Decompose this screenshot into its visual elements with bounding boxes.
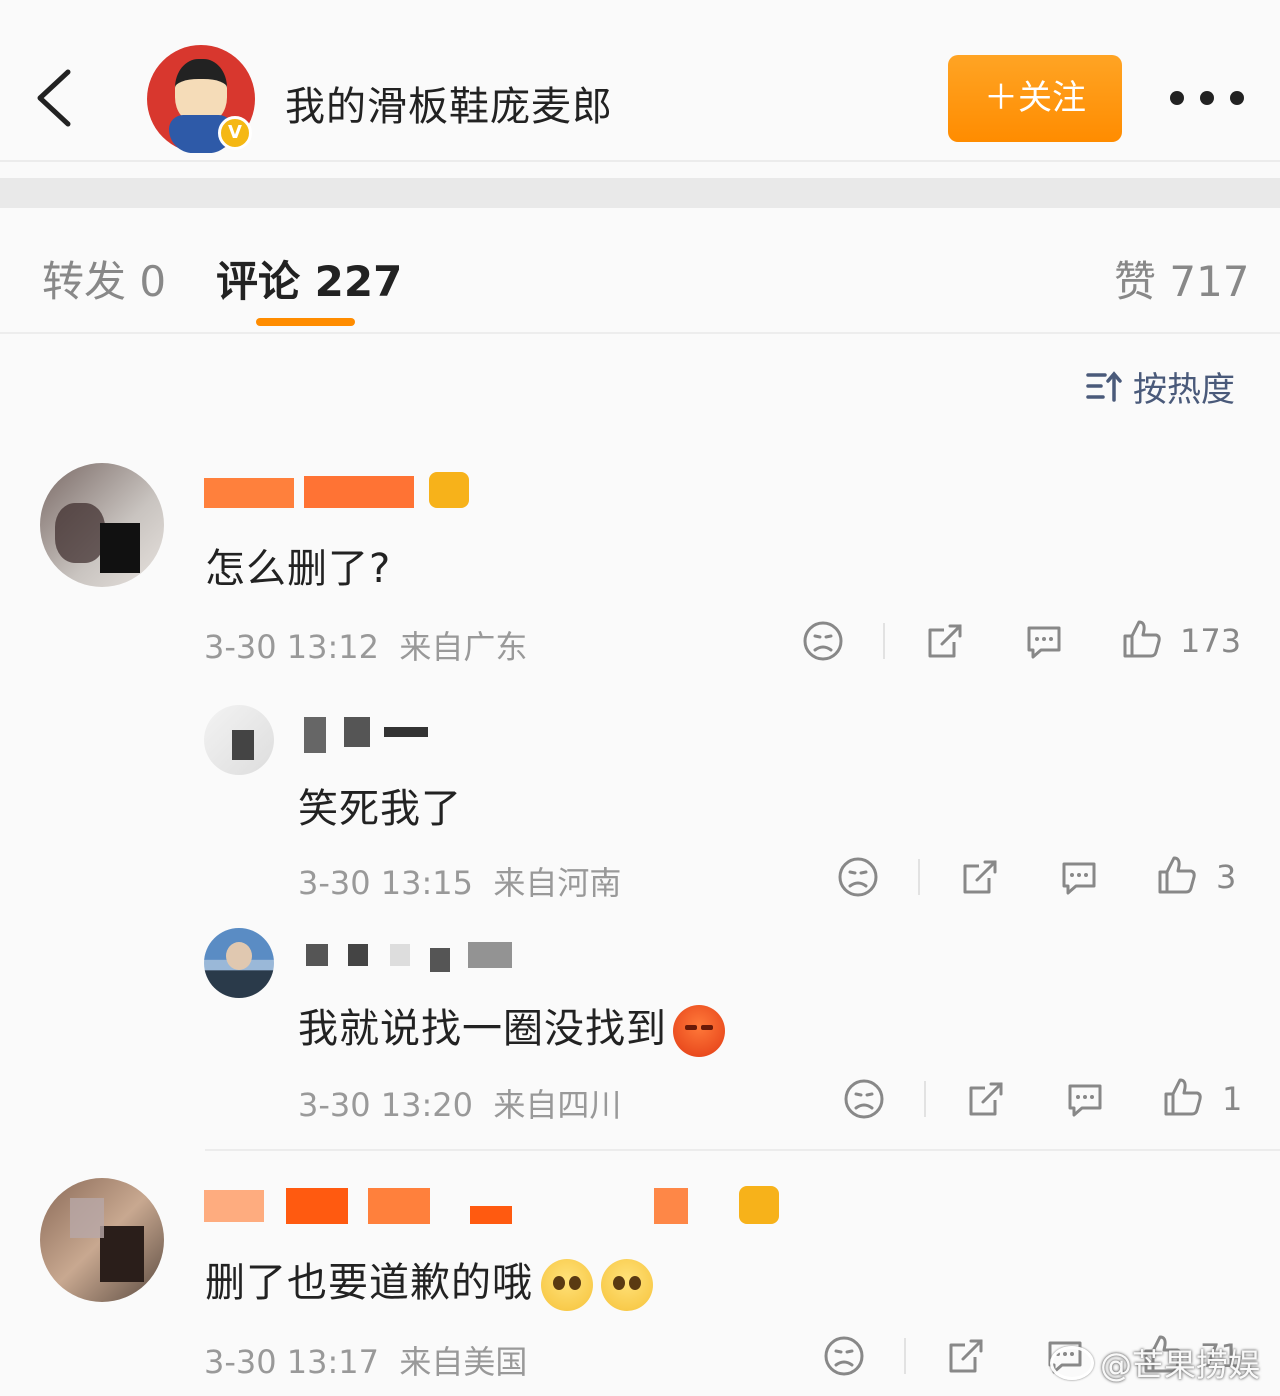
comment-separator [205, 1149, 1280, 1151]
share-icon[interactable] [945, 1335, 987, 1381]
reply-avatar[interactable] [204, 705, 274, 775]
dislike-icon[interactable] [837, 856, 879, 902]
comment-text: 怎么删了? [205, 546, 392, 592]
tab-likes[interactable]: 赞 717 [1114, 248, 1250, 309]
replier-name-blurred[interactable] [298, 940, 518, 980]
active-tab-indicator [256, 318, 355, 326]
comment-time: 3-30 13:12 来自广东 [204, 628, 528, 666]
sort-by-hot-button[interactable]: 按热度 [1085, 366, 1235, 410]
reply-icon[interactable] [1023, 620, 1065, 666]
reply-time: 3-30 13:20 来自四川 [298, 1086, 622, 1124]
like-icon[interactable] [1121, 618, 1163, 664]
commenter-name-blurred[interactable] [204, 472, 474, 512]
avatar-face [175, 59, 227, 123]
sort-label: 按热度 [1133, 369, 1235, 410]
dislike-icon[interactable] [843, 1078, 885, 1124]
reply-time: 3-30 13:15 来自河南 [298, 864, 622, 902]
back-icon[interactable] [30, 66, 78, 130]
comment-time: 3-30 13:17 来自美国 [204, 1343, 528, 1381]
share-icon[interactable] [959, 856, 1001, 902]
tab-comments[interactable]: 评论 227 [216, 248, 402, 309]
like-icon[interactable] [1162, 1076, 1204, 1122]
watermark: @芒果捞娱 [1050, 1340, 1260, 1386]
like-count: 173 [1180, 622, 1242, 660]
reply-icon[interactable] [1058, 856, 1100, 902]
action-divider [924, 1081, 926, 1117]
top-bar: V 我的滑板鞋庞麦郎 ＋关注 [0, 0, 1280, 162]
share-icon[interactable] [924, 620, 966, 666]
section-divider [0, 178, 1280, 208]
reply-avatar[interactable] [204, 928, 274, 998]
follow-button[interactable]: ＋关注 [948, 55, 1122, 142]
like-count: 1 [1222, 1080, 1243, 1118]
angry-emoji-icon [673, 1005, 725, 1057]
watermark-text: @芒果捞娱 [1100, 1346, 1261, 1384]
tab-reposts[interactable]: 转发 0 [42, 248, 166, 309]
tab-bar: 转发 0 评论 227 赞 717 [0, 208, 1280, 334]
more-options-icon[interactable] [1170, 80, 1244, 116]
action-divider [904, 1338, 906, 1374]
like-count: 3 [1216, 858, 1237, 896]
pleading-emoji-icon [601, 1259, 653, 1311]
author-name[interactable]: 我的滑板鞋庞麦郎 [285, 74, 613, 132]
commenter-avatar[interactable] [40, 1178, 164, 1302]
comment-text: 删了也要道歉的哦 [205, 1250, 653, 1311]
share-icon[interactable] [965, 1078, 1007, 1124]
dislike-icon[interactable] [823, 1335, 865, 1381]
reply-icon[interactable] [1064, 1078, 1106, 1124]
verified-badge-icon: V [218, 116, 252, 150]
commenter-avatar[interactable] [40, 463, 164, 587]
reply-text: 笑死我了 [298, 786, 462, 832]
sort-icon [1086, 371, 1122, 402]
like-icon[interactable] [1156, 854, 1198, 900]
reply-text: 我就说找一圈没找到 [298, 996, 725, 1057]
weibo-logo-icon [1050, 1346, 1094, 1380]
replier-name-blurred[interactable] [298, 713, 438, 753]
action-divider [883, 623, 885, 659]
action-divider [918, 859, 920, 895]
dislike-icon[interactable] [802, 620, 844, 666]
pleading-emoji-icon [541, 1259, 593, 1311]
commenter-name-blurred[interactable] [204, 1186, 784, 1226]
